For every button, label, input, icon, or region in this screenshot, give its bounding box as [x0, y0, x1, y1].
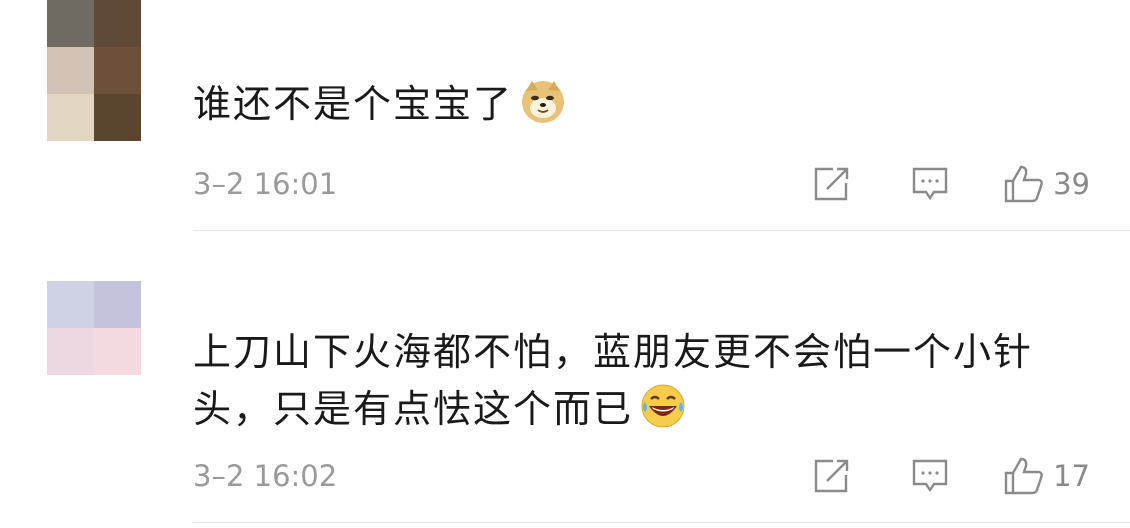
- share-icon: [814, 459, 849, 493]
- laugh-cry-emoji-icon: [641, 384, 685, 428]
- comment-text: 上刀山下火海都不怕，蓝朋友更不会怕一个小针 头，只是有点怯这个而已: [193, 324, 1080, 438]
- comment-text-content: 头，只是有点怯这个而已: [193, 387, 634, 431]
- comment-time: 3–2 16:02: [193, 459, 338, 493]
- comment-text-line: 头，只是有点怯这个而已: [193, 381, 1080, 438]
- avatar[interactable]: [47, 281, 141, 375]
- comment-meta: 3–2 16:02 17: [193, 456, 1090, 496]
- like-button[interactable]: 17: [1003, 456, 1090, 496]
- divider: [193, 522, 1130, 523]
- share-button[interactable]: [813, 458, 851, 494]
- reply-button[interactable]: [911, 458, 949, 494]
- comment-item: 上刀山下火海都不怕，蓝朋友更不会怕一个小针 头，只是有点怯这个而已 3–2 16…: [0, 0, 1130, 528]
- comment-actions: 17: [813, 456, 1090, 496]
- like-icon: [1004, 457, 1043, 495]
- reply-icon: [912, 459, 948, 493]
- like-count: 17: [1053, 459, 1090, 493]
- comment-text-line: 上刀山下火海都不怕，蓝朋友更不会怕一个小针: [193, 330, 1034, 374]
